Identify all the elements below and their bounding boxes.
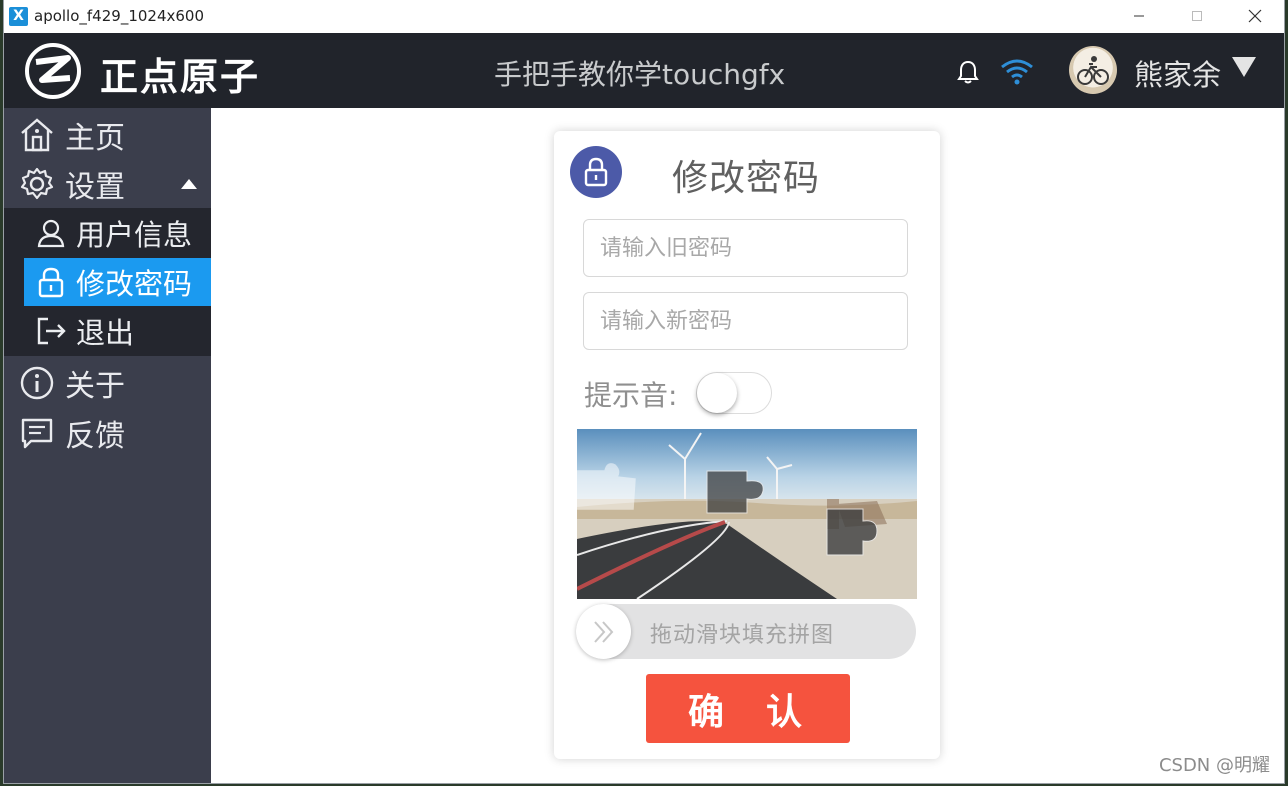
caret-down-icon[interactable] bbox=[1231, 55, 1257, 79]
slider-hint: 拖动滑块填充拼图 bbox=[650, 623, 835, 648]
user-icon bbox=[34, 216, 68, 250]
sidebar-item-label: 退出 bbox=[76, 316, 135, 350]
minimize-icon bbox=[1134, 15, 1144, 17]
app-icon: X bbox=[9, 6, 28, 26]
header-subtitle: 手把手教你学touchgfx bbox=[494, 58, 786, 91]
info-icon bbox=[17, 363, 57, 403]
window-title: apollo_f429_1024x600 bbox=[34, 7, 204, 25]
csdn-watermark: CSDN @明耀 bbox=[1158, 755, 1270, 776]
captcha-puzzle-image bbox=[577, 429, 917, 599]
new-password-input[interactable] bbox=[583, 292, 908, 350]
lock-icon bbox=[34, 265, 68, 299]
captcha-scene bbox=[577, 429, 917, 599]
sidebar-item-label: 反馈 bbox=[65, 419, 125, 454]
close-button[interactable] bbox=[1226, 0, 1284, 32]
sidebar-item-change-password[interactable]: 修改密码 bbox=[24, 258, 211, 306]
logo-icon bbox=[25, 43, 81, 99]
home-icon bbox=[17, 115, 57, 155]
feedback-icon bbox=[17, 413, 57, 453]
sidebar-item-label: 用户信息 bbox=[76, 218, 193, 252]
avatar-bicycle-icon bbox=[1077, 56, 1109, 85]
caret-up-icon[interactable] bbox=[180, 177, 198, 191]
sidebar-item-logout[interactable]: 退出 bbox=[24, 307, 211, 355]
sidebar-item-about[interactable]: 关于 bbox=[4, 358, 211, 408]
toggle-knob[interactable] bbox=[697, 373, 737, 413]
double-chevron-right-icon bbox=[593, 620, 613, 643]
captcha-slider[interactable]: 拖动滑块填充拼图 bbox=[576, 604, 916, 659]
change-password-card: 修改密码 提示音: 拖动滑块填充拼图 确 认 bbox=[554, 131, 940, 759]
avatar[interactable] bbox=[1069, 46, 1117, 94]
tone-label: 提示音: bbox=[584, 379, 678, 412]
sidebar-item-feedback[interactable]: 反馈 bbox=[4, 408, 211, 458]
lock-badge-icon bbox=[570, 146, 622, 198]
maximize-icon bbox=[1192, 11, 1202, 21]
settings-submenu: 用户信息 修改密码 退出 bbox=[4, 208, 211, 356]
sidebar: 主页 设置 用户信息 修改密码 退出 关于 反馈 bbox=[4, 108, 211, 783]
maximize-button[interactable] bbox=[1168, 0, 1226, 32]
sidebar-item-user-info[interactable]: 用户信息 bbox=[24, 209, 211, 257]
sidebar-item-label: 关于 bbox=[65, 369, 125, 404]
window-titlebar: X apollo_f429_1024x600 bbox=[4, 0, 1284, 32]
brand-name: 正点原子 bbox=[100, 55, 261, 99]
tone-toggle[interactable] bbox=[696, 372, 772, 414]
app-header: 正点原子 手把手教你学touchgfx 熊家余 bbox=[4, 33, 1284, 108]
gear-icon bbox=[17, 164, 57, 204]
app-window: X apollo_f429_1024x600 正点原子 手把手教你学touchg… bbox=[4, 0, 1284, 783]
minimize-button[interactable] bbox=[1110, 0, 1168, 32]
old-password-input[interactable] bbox=[583, 219, 908, 277]
sidebar-item-label: 设置 bbox=[65, 170, 125, 205]
sidebar-item-label: 修改密码 bbox=[76, 267, 193, 301]
slider-handle[interactable] bbox=[576, 604, 631, 659]
username[interactable]: 熊家余 bbox=[1134, 52, 1221, 94]
sidebar-item-home[interactable]: 主页 bbox=[4, 110, 211, 160]
wifi-icon[interactable] bbox=[1000, 57, 1034, 85]
logout-icon bbox=[34, 314, 68, 348]
close-icon bbox=[1248, 9, 1262, 23]
sidebar-item-label: 主页 bbox=[65, 121, 125, 156]
window-controls bbox=[1110, 0, 1284, 32]
confirm-button[interactable]: 确 认 bbox=[646, 674, 850, 743]
card-title: 修改密码 bbox=[672, 158, 821, 199]
bell-icon[interactable] bbox=[956, 59, 980, 85]
